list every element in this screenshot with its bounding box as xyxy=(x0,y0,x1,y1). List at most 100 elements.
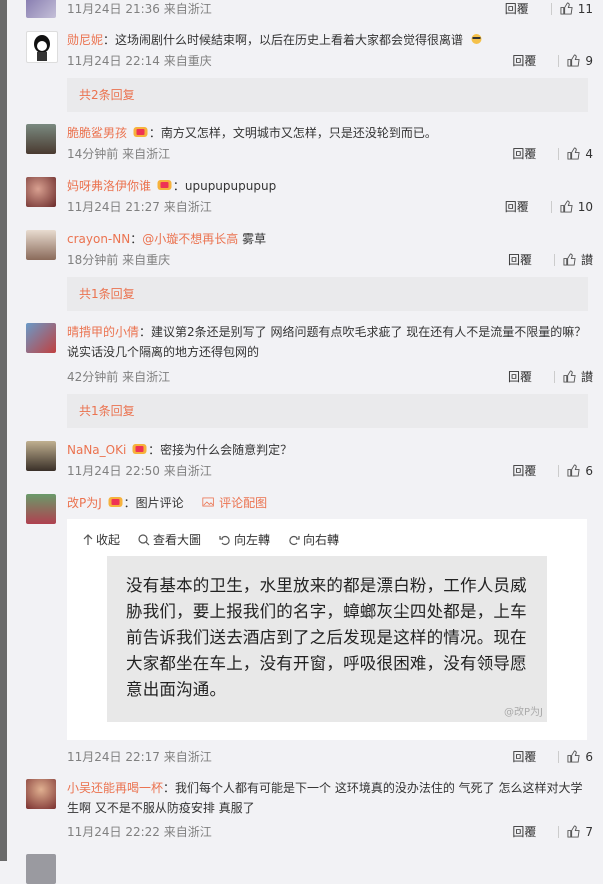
reply-button[interactable]: 回覆 xyxy=(508,251,532,268)
username[interactable]: crayon-NN xyxy=(67,232,130,246)
divider xyxy=(558,147,560,160)
like-button[interactable]: 讃 xyxy=(563,251,593,268)
reply-button[interactable]: 回覆 xyxy=(512,462,536,479)
comment-actions: 回覆 10 xyxy=(505,198,593,215)
like-count: 7 xyxy=(585,824,593,839)
divider xyxy=(558,750,560,763)
avatar[interactable] xyxy=(26,0,56,18)
vip-badge-icon xyxy=(108,497,123,507)
comment-actions: 回覆 6 xyxy=(512,462,593,479)
username[interactable]: 小吴还能再喝一杯 xyxy=(67,781,163,795)
avatar[interactable] xyxy=(26,494,56,524)
like-button[interactable]: 4 xyxy=(567,147,593,161)
avatar[interactable] xyxy=(26,177,56,207)
avatar[interactable] xyxy=(26,441,56,471)
username[interactable]: NaNa_OKi xyxy=(67,443,126,457)
reply-button[interactable]: 回覆 xyxy=(508,368,532,385)
emoji-icon xyxy=(471,34,482,44)
picture-text: 没有基本的卫生，水里放来的都是漂白粉，工作人员威胁我们，要上报我们的名字，蟑螂灰… xyxy=(126,576,527,699)
like-button[interactable]: 11 xyxy=(560,2,593,16)
comment-actions: 回覆 4 xyxy=(512,145,593,162)
left-edge-bar xyxy=(0,0,7,861)
reply-button[interactable]: 回覆 xyxy=(512,748,536,765)
divider xyxy=(558,464,560,477)
comment-item: NaNa_OKi ：密接为什么会随意判定？ 11月24日 22:50 来自浙江 … xyxy=(26,441,593,481)
comment-item: crayon-NN：@小璇不想再长高 雾草 18分钟前 来自重庆 回覆 讃 xyxy=(26,230,593,270)
reply-button[interactable]: 回覆 xyxy=(505,198,529,215)
comment-actions: 回覆 6 xyxy=(512,748,593,765)
avatar[interactable] xyxy=(26,230,56,260)
like-count: 4 xyxy=(585,146,593,161)
reply-button[interactable]: 回覆 xyxy=(512,823,536,840)
username[interactable]: 晴揹甲的小倩 xyxy=(67,325,139,339)
rotate-right-label: 向右轉 xyxy=(303,533,340,547)
collapse-label: 收起 xyxy=(96,533,121,547)
vip-badge-icon xyxy=(157,180,172,190)
like-count: 10 xyxy=(577,199,593,214)
comment-item xyxy=(26,854,593,884)
comment-text: upupupupupup xyxy=(184,179,277,193)
colon: ： xyxy=(172,179,185,193)
comment-line: 脆脆鲨男孩 ：南方又怎样，文明城市又怎样，只是还没轮到而已。 xyxy=(67,124,593,142)
mention-link[interactable]: @小璇不想再长高 xyxy=(142,232,238,246)
thumbs-up-icon xyxy=(560,200,573,213)
divider xyxy=(550,2,552,15)
username[interactable]: 妈呀弗洛伊你谁 xyxy=(67,179,151,193)
like-button[interactable]: 7 xyxy=(567,825,593,839)
username[interactable]: 勋尼妮 xyxy=(67,33,103,47)
thumbs-up-icon xyxy=(567,825,580,838)
sub-reply-link[interactable]: 共1条回复 xyxy=(67,394,588,428)
comment-actions: 回覆 11 xyxy=(505,0,593,17)
sub-reply-link[interactable]: 共2条回复 xyxy=(67,78,588,112)
like-count: 9 xyxy=(585,53,593,68)
sub-reply-link[interactable]: 共1条回复 xyxy=(67,277,588,311)
thumbs-up-icon xyxy=(567,54,580,67)
comment-meta: 11月24日 22:50 来自浙江 xyxy=(67,464,212,478)
reply-button[interactable]: 回覆 xyxy=(512,52,536,69)
thumbs-up-icon xyxy=(567,750,580,763)
thumbs-up-icon xyxy=(563,253,576,266)
comment-item: 脆脆鲨男孩 ：南方又怎样，文明城市又怎样，只是还没轮到而已。 14分钟前 来自浙… xyxy=(26,124,593,164)
reply-button[interactable]: 回覆 xyxy=(512,145,536,162)
like-button[interactable]: 10 xyxy=(560,200,593,214)
comment-actions: 回覆 讃 xyxy=(508,251,593,268)
comment-item: 晴揹甲的小倩：建议第2条还是别写了 网络问题有点吹毛求疵了 现在还有人不是流量不… xyxy=(26,323,593,387)
colon: ： xyxy=(148,126,161,140)
divider xyxy=(553,253,555,266)
search-icon xyxy=(138,533,150,545)
reply-button[interactable]: 回覆 xyxy=(505,0,529,17)
avatar[interactable] xyxy=(26,779,56,809)
divider xyxy=(558,825,560,838)
rotate-left-button[interactable]: 向左轉 xyxy=(219,531,270,548)
comment-text: 图片评论 xyxy=(135,496,184,510)
comment-meta: 14分钟前 来自浙江 xyxy=(67,147,171,161)
rotate-right-button[interactable]: 向右轉 xyxy=(288,531,339,548)
comment-picture[interactable]: 没有基本的卫生，水里放来的都是漂白粉，工作人员威胁我们，要上报我们的名字，蟑螂灰… xyxy=(107,556,547,722)
username[interactable]: 改P为J xyxy=(67,496,102,510)
avatar[interactable] xyxy=(26,124,56,154)
thumbs-up-icon xyxy=(560,2,573,15)
avatar[interactable] xyxy=(26,31,58,63)
divider xyxy=(550,200,552,213)
avatar[interactable] xyxy=(26,323,56,353)
rotate-right-icon xyxy=(289,535,300,545)
like-button[interactable]: 6 xyxy=(567,750,593,764)
avatar-illustration xyxy=(34,35,50,61)
colon: ： xyxy=(148,443,161,457)
colon: ： xyxy=(139,325,152,339)
like-button[interactable]: 9 xyxy=(567,54,593,68)
comment-line: 小吴还能再喝一杯：我们每个人都有可能是下一个 这环境真的没办法住的 气死了 怎么… xyxy=(67,778,593,818)
like-button[interactable]: 讃 xyxy=(563,368,593,385)
avatar[interactable] xyxy=(26,854,56,884)
image-icon xyxy=(202,497,215,507)
username[interactable]: 脆脆鲨男孩 xyxy=(67,126,127,140)
collapse-button[interactable]: 收起 xyxy=(83,531,120,548)
comment-line: crayon-NN：@小璇不想再长高 雾草 xyxy=(67,230,593,248)
comment-meta: 11月24日 22:22 来自浙江 xyxy=(67,825,212,839)
comment-meta: 11月24日 22:17 来自浙江 xyxy=(67,750,212,764)
picture-label[interactable]: 评论配图 xyxy=(219,496,267,510)
colon: ： xyxy=(123,496,136,510)
view-large-button[interactable]: 查看大圖 xyxy=(138,531,201,548)
colon: ： xyxy=(163,781,176,795)
like-button[interactable]: 6 xyxy=(567,464,593,478)
